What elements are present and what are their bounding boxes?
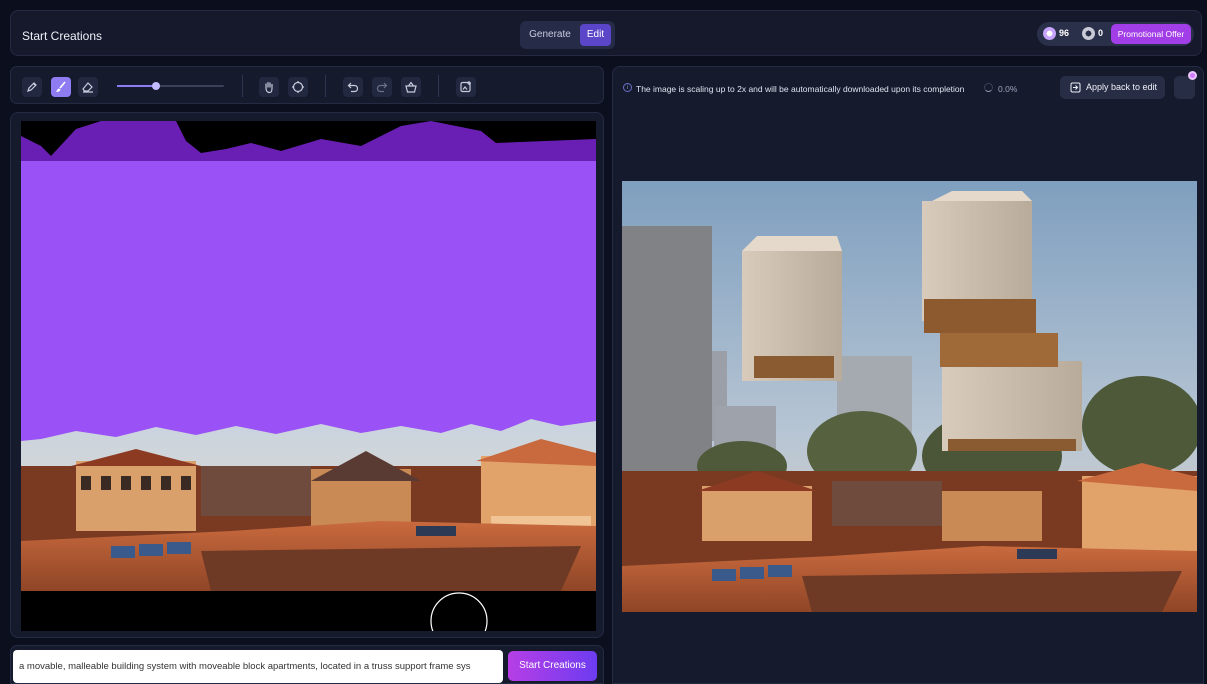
- add-image-icon[interactable]: [456, 77, 476, 97]
- purple-credit-coin-icon: [1043, 27, 1056, 40]
- credits-badge: 96 0 Promotional Offer: [1037, 22, 1194, 46]
- edit-canvas-panel: [10, 112, 604, 638]
- loading-spinner-icon: [984, 83, 993, 92]
- purple-credit-count: 96: [1059, 28, 1070, 38]
- prompt-input[interactable]: [13, 650, 503, 683]
- undo-icon[interactable]: [343, 77, 363, 97]
- brush-size-slider[interactable]: [117, 82, 224, 90]
- upscale-progress: 0.0%: [998, 84, 1018, 94]
- brush-size-handle[interactable]: [151, 82, 160, 90]
- toolbar-divider: [438, 75, 439, 97]
- tab-edit[interactable]: Edit: [580, 24, 611, 46]
- promotional-offer-button[interactable]: Promotional Offer: [1111, 24, 1191, 44]
- target-icon[interactable]: [288, 77, 308, 97]
- apply-back-to-edit-button[interactable]: Apply back to edit: [1060, 76, 1165, 99]
- brush-icon[interactable]: [51, 77, 71, 97]
- toolbar-divider: [325, 75, 326, 97]
- info-icon: i: [623, 83, 632, 92]
- apply-back-to-edit-label: Apply back to edit: [1086, 82, 1158, 92]
- start-creations-button[interactable]: Start Creations: [508, 651, 597, 681]
- mode-switch: Generate Edit: [520, 21, 615, 49]
- hand-pan-icon[interactable]: [259, 77, 279, 97]
- pen-icon[interactable]: [22, 77, 42, 97]
- mask-canvas[interactable]: [21, 121, 596, 631]
- apply-icon: [1070, 82, 1081, 93]
- notification-dot: [1188, 71, 1197, 80]
- clear-basket-icon[interactable]: [401, 77, 421, 97]
- generated-result-image: [622, 181, 1197, 612]
- tab-generate[interactable]: Generate: [524, 24, 576, 46]
- page-title: Start Creations: [22, 29, 103, 43]
- gray-credit-count: 0: [1098, 28, 1104, 38]
- toolbar-divider: [242, 75, 243, 97]
- prompt-bar: Start Creations: [10, 645, 604, 684]
- gray-credit-coin-icon: [1082, 27, 1095, 40]
- upscale-status-message: The image is scaling up to 2x and will b…: [636, 84, 965, 94]
- eraser-icon[interactable]: [78, 77, 98, 97]
- result-panel: i The image is scaling up to 2x and will…: [612, 66, 1204, 684]
- edit-toolbar: [10, 66, 604, 104]
- redo-icon[interactable]: [372, 77, 392, 97]
- brush-size-fill: [117, 85, 156, 87]
